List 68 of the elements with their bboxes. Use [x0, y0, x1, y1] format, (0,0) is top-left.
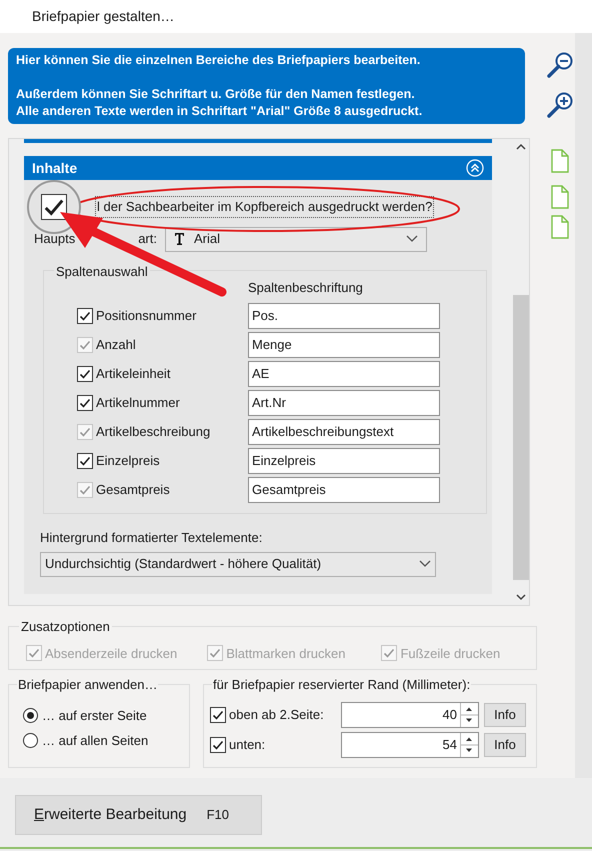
zoom-out-icon[interactable] [546, 51, 574, 79]
checkmark-icon [212, 739, 224, 751]
caption-field[interactable]: Art.Nr [248, 390, 440, 416]
checkbox-label: Artikelbeschreibung [96, 422, 210, 441]
checkbox[interactable] [77, 308, 93, 324]
radio-label: … auf erster Seite [42, 706, 147, 725]
info-button[interactable]: Info [484, 733, 526, 757]
checkbox-label: Einzelpreis [96, 452, 160, 470]
checkmark-icon [79, 368, 91, 380]
radio-label: … auf allen Seiten [42, 732, 148, 750]
section-title: Inhalte [32, 158, 78, 178]
section-header[interactable]: Inhalte [24, 156, 492, 180]
checkbox-label: oben ab 2.Seite: [229, 706, 324, 724]
checkbox[interactable] [77, 394, 93, 410]
checkbox-label: Positionsnummer [96, 306, 196, 325]
scroll-down-icon[interactable] [516, 594, 526, 601]
checkbox-label: Artikeleinheit [96, 364, 170, 383]
zoom-in-icon[interactable] [546, 91, 574, 119]
radio-button[interactable] [23, 708, 38, 723]
checkbox[interactable] [77, 452, 93, 468]
scroll-up-icon[interactable] [516, 143, 526, 150]
checkbox-label: l der Sachbearbeiter im Kopfbereich ausgedruckt werden? [95, 196, 434, 218]
checkbox[interactable] [41, 194, 67, 220]
checkbox[interactable] [77, 366, 93, 382]
checkmark-icon [79, 396, 91, 408]
checkbox-label: Fußzeile drucken [400, 644, 500, 662]
chevron-down-icon [419, 560, 431, 568]
font-label: art: [138, 230, 157, 248]
caption-field[interactable]: Einzelpreis [248, 448, 440, 474]
background-label: Hintergrund formatierter Textelemente: [40, 529, 264, 547]
checkbox-label: Absenderzeile drucken [45, 644, 178, 662]
checkmark-icon [79, 426, 91, 438]
number-field[interactable]: 40 [341, 702, 479, 728]
font-value: Arial [194, 230, 220, 248]
advanced-edit-button[interactable]: Erweiterte Bearbeitung F10 [15, 795, 262, 835]
checkbox-label: Gesamtpreis [96, 480, 170, 499]
scroll-thumb[interactable] [512, 294, 529, 580]
checkmark-icon [79, 454, 91, 466]
checkbox-label: Anzahl [96, 336, 136, 354]
caption-field[interactable]: Pos. [248, 302, 440, 328]
font-label: Haupts [34, 230, 76, 248]
checkmark-icon [209, 647, 222, 660]
checkmark-icon [79, 338, 91, 350]
column-header: Spaltenbeschriftung [248, 280, 363, 295]
checkbox-label: unten: [229, 736, 266, 754]
checkbox[interactable] [210, 707, 226, 723]
checkmark-icon [28, 647, 40, 660]
checkmark-icon [212, 709, 224, 721]
background-select[interactable]: Undurchsichtig (Standardwert - höhere Qualität) [40, 552, 436, 576]
number-field[interactable]: 54 [341, 732, 479, 758]
radio-button[interactable] [23, 733, 38, 748]
checkbox-label: Artikelnummer [96, 394, 180, 412]
info-button[interactable]: Info [484, 703, 526, 727]
info-text: Hier können Sie die einzelnen Bereiche des Briefpapiers bearbeiten. [16, 52, 422, 69]
chevron-down-icon [406, 235, 418, 243]
window-title: Briefpapier gestalten… [32, 7, 174, 26]
checkbox-label: Blattmarken drucken [226, 644, 346, 662]
info-text: Außerdem können Sie Schriftart u. Größe für den Namen festlegen. Alle anderen Texte werden in Schriftart "Arial" Größe 8 ausgedruckt. [16, 86, 424, 120]
checkmark-icon [383, 647, 396, 660]
spinner-icon[interactable] [460, 703, 478, 727]
checkmark-icon [79, 310, 91, 322]
background-value: Undurchsichtig (Standardwert - höhere Qualität) [45, 555, 322, 574]
collapse-icon[interactable] [466, 159, 484, 177]
spinner-icon[interactable] [460, 733, 478, 757]
font-select[interactable]: Arial [165, 226, 427, 252]
checkbox[interactable] [210, 737, 226, 753]
caption-field[interactable]: AE [248, 360, 440, 386]
checkmark-icon [79, 484, 91, 496]
